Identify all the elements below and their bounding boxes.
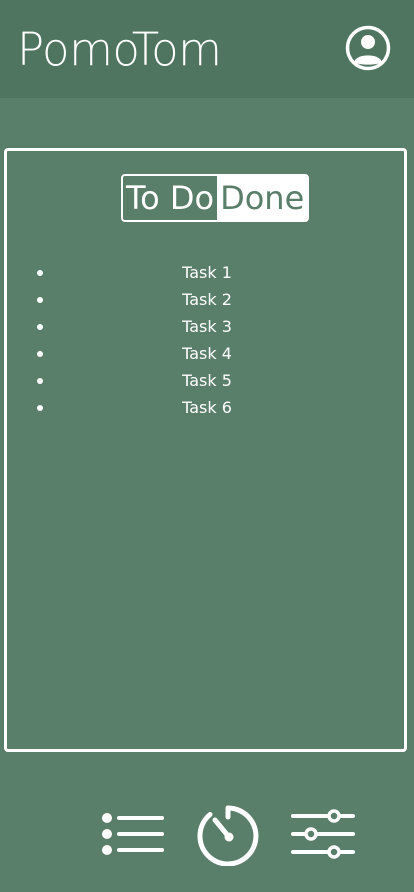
task-label: Task 2 (182, 290, 232, 309)
bullet-icon (37, 351, 43, 357)
task-item[interactable]: Task 4 (37, 340, 377, 367)
task-label: Task 4 (182, 344, 232, 363)
bullet-icon (37, 324, 43, 330)
task-item[interactable]: Task 5 (37, 367, 377, 394)
list-icon (102, 813, 164, 855)
tab-done[interactable]: Done (217, 176, 308, 220)
task-list: Task 1 Task 2 Task 3 Task 4 Task 5 Task … (37, 259, 377, 421)
tab-todo[interactable]: To Do (123, 176, 217, 220)
task-label: Task 5 (182, 371, 232, 390)
task-label: Task 6 (182, 398, 232, 417)
app-header: PomoTom (0, 0, 414, 98)
nav-settings-button[interactable] (290, 806, 356, 862)
task-item[interactable]: Task 3 (37, 313, 377, 340)
task-item[interactable]: Task 1 (37, 259, 377, 286)
task-panel: To Do Done Task 1 Task 2 Task 3 Task 4 T… (4, 148, 407, 752)
bullet-icon (37, 270, 43, 276)
bullet-icon (37, 297, 43, 303)
app-title: PomoTom (17, 23, 222, 76)
profile-button[interactable] (345, 25, 391, 71)
account-circle-icon (345, 25, 391, 71)
task-item[interactable]: Task 2 (37, 286, 377, 313)
bullet-icon (37, 378, 43, 384)
bullet-icon (37, 405, 43, 411)
task-label: Task 3 (182, 317, 232, 336)
todo-done-toggle: To Do Done (121, 174, 310, 222)
nav-list-button[interactable] (100, 810, 166, 860)
nav-timer-button[interactable] (196, 804, 260, 867)
task-item[interactable]: Task 6 (37, 394, 377, 421)
sliders-icon (291, 809, 355, 859)
timer-icon (197, 805, 259, 867)
task-label: Task 1 (182, 263, 232, 282)
